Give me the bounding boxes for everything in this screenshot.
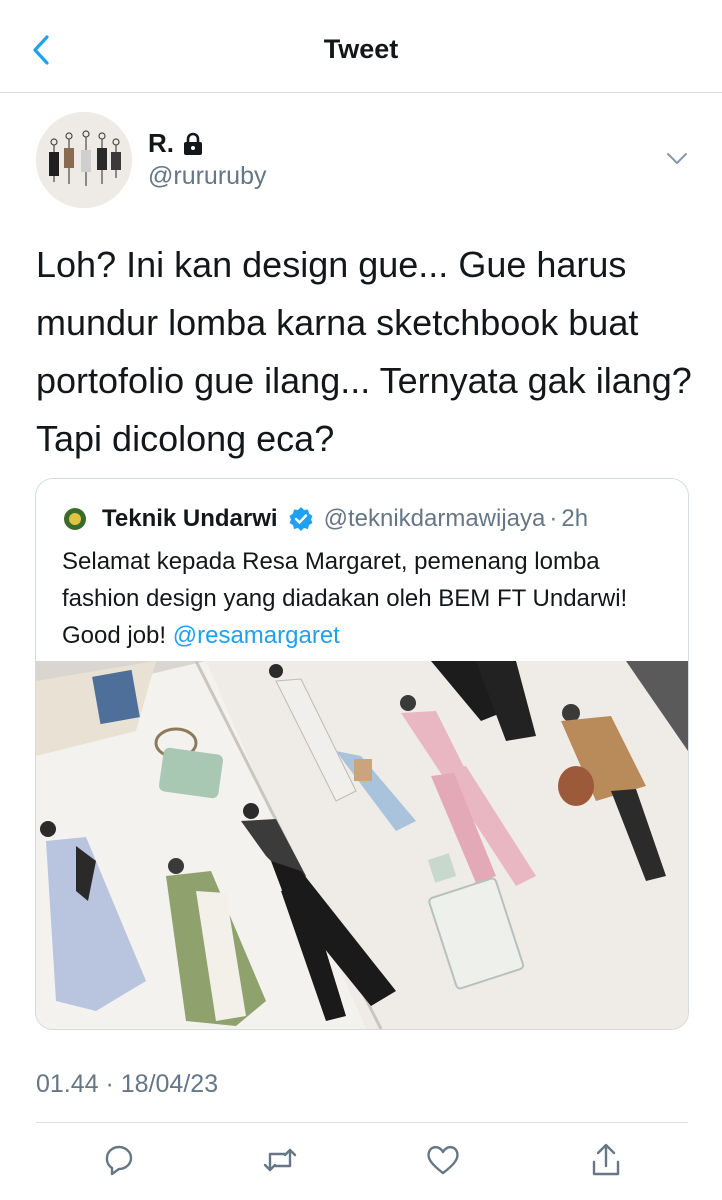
sketchbook-illustration-image [36, 660, 688, 1029]
quoted-author-handle: @teknikdarmawijaya [323, 505, 546, 532]
navigation-header: Tweet [0, 0, 722, 93]
retweet-icon [263, 1148, 297, 1172]
divider [36, 1122, 688, 1123]
quoted-tweet-header: Teknik Undarwi @teknikdarmawijaya · 2h [64, 503, 588, 535]
avatar[interactable] [36, 112, 132, 208]
quoted-author-name: Teknik Undarwi [102, 505, 278, 532]
avatar-sketch-image [36, 112, 132, 208]
quoted-time: 2h [561, 505, 589, 532]
like-button[interactable] [423, 1140, 463, 1180]
share-icon [592, 1143, 620, 1176]
retweet-button[interactable] [260, 1140, 300, 1180]
comment-icon [105, 1145, 133, 1176]
lock-icon [184, 132, 202, 155]
verified-badge-icon [289, 507, 313, 531]
quoted-media-image[interactable] [36, 660, 688, 1029]
page-title: Tweet [323, 34, 399, 64]
quoted-avatar [64, 508, 86, 530]
display-name-text: R. [148, 128, 174, 158]
tweet-text: Loh? Ini kan design gue... Gue harus mun… [36, 244, 692, 459]
author-handle[interactable]: @rururuby [148, 162, 266, 191]
tweet-timestamp: 01.44 · 18/04/23 [36, 1070, 219, 1098]
quoted-tweet[interactable]: Teknik Undarwi @teknikdarmawijaya · 2h S… [35, 478, 689, 1030]
chevron-down-icon [667, 153, 687, 164]
separator-dot: · [549, 505, 558, 532]
heart-icon [427, 1145, 459, 1175]
action-bar [0, 1130, 722, 1192]
share-button[interactable] [586, 1140, 626, 1180]
quoted-text-body: Selamat kepada Resa Margaret, pemenang l… [62, 548, 628, 649]
reply-button[interactable] [99, 1140, 139, 1180]
more-options-button[interactable] [662, 146, 692, 170]
quoted-tweet-text: Selamat kepada Resa Margaret, pemenang l… [62, 543, 662, 654]
author-name[interactable]: R. [148, 128, 204, 159]
mention-link[interactable]: @resamargaret [173, 622, 340, 649]
